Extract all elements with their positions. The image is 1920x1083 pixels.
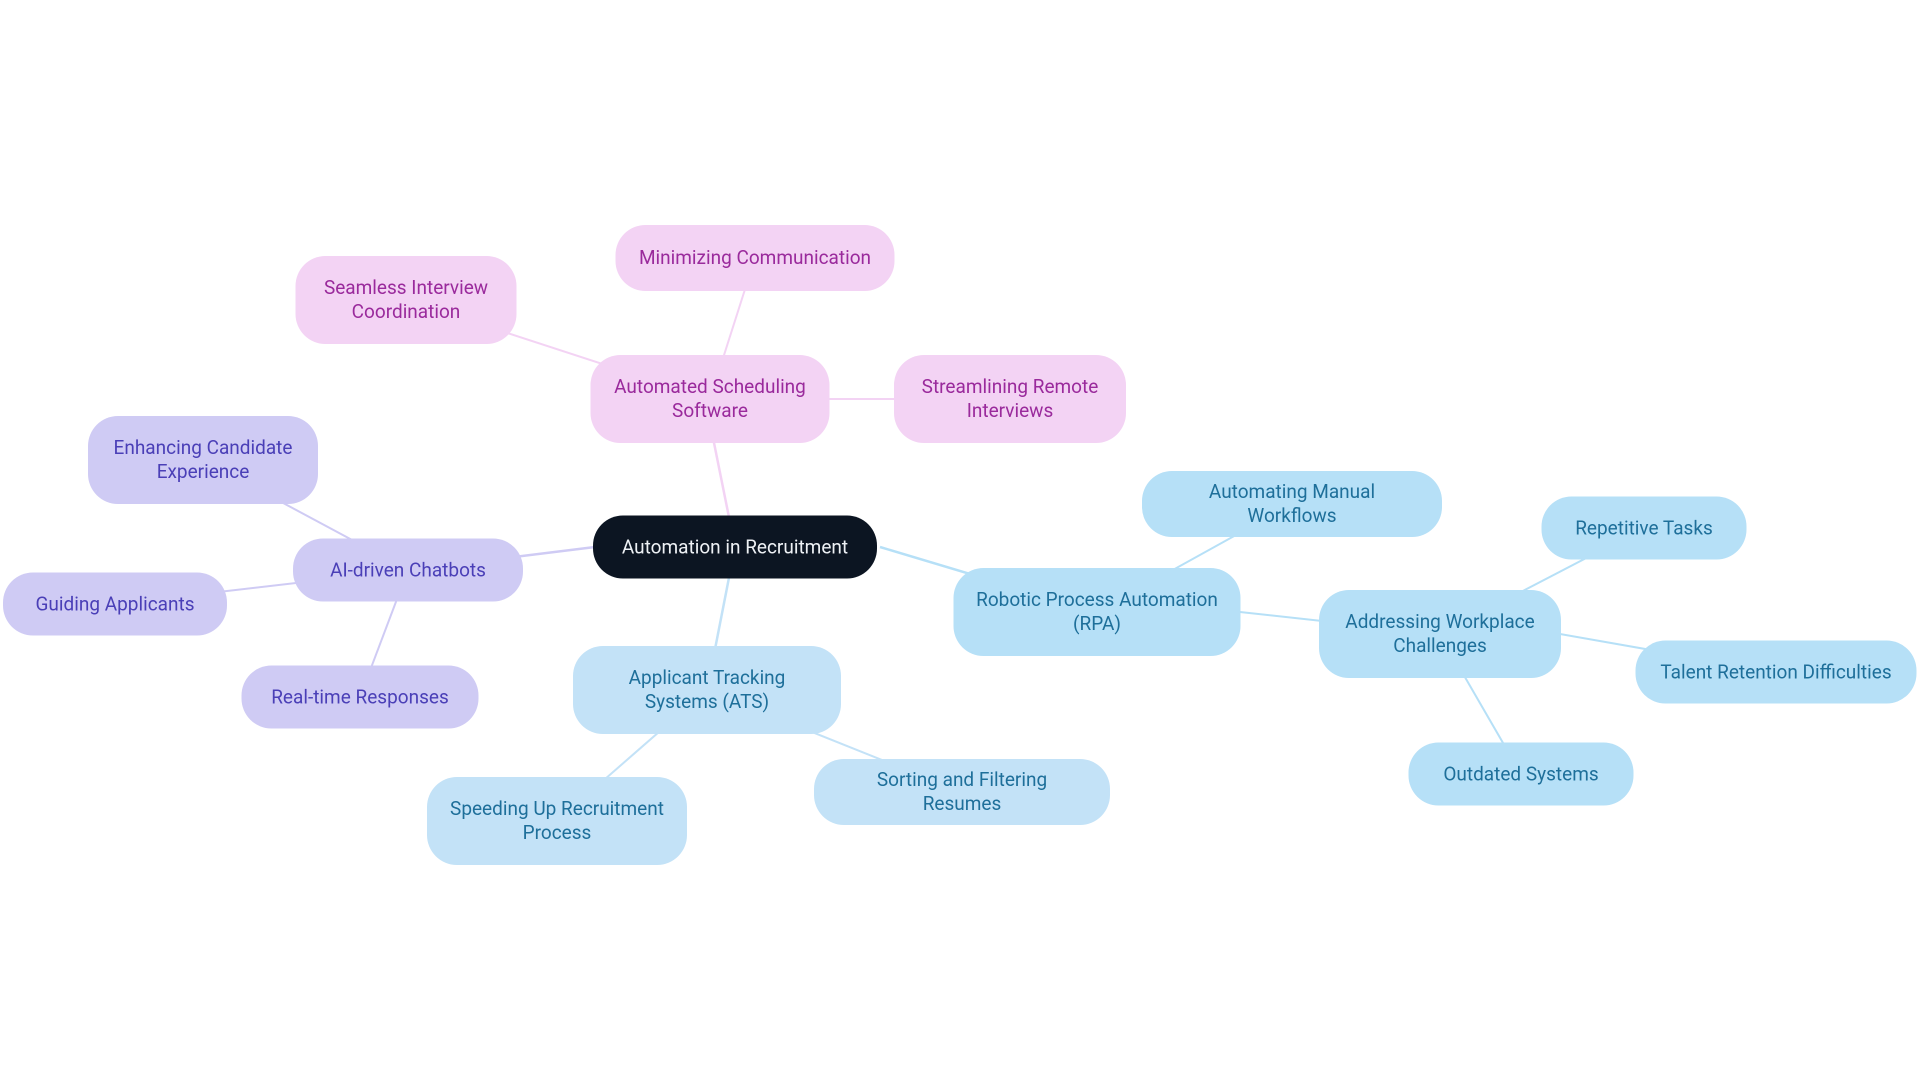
node-applicant-tracking-systems[interactable]: Applicant Tracking Systems (ATS) [573,646,841,734]
node-label: Guiding Applicants [35,592,194,616]
node-label: AI-driven Chatbots [330,558,486,582]
node-real-time-responses[interactable]: Real-time Responses [242,666,479,729]
node-label: Talent Retention Difficulties [1660,660,1891,684]
node-label: Automating Manual Workflows [1164,480,1420,528]
node-streamlining-remote-interviews[interactable]: Streamlining Remote Interviews [894,355,1126,443]
node-label: Repetitive Tasks [1575,516,1713,540]
node-ai-driven-chatbots[interactable]: AI-driven Chatbots [293,539,523,602]
node-automating-manual-workflows[interactable]: Automating Manual Workflows [1142,471,1442,537]
node-outdated-systems[interactable]: Outdated Systems [1409,743,1634,806]
node-label: Minimizing Communication [639,246,871,270]
root-node-automation-in-recruitment[interactable]: Automation in Recruitment [593,516,877,579]
node-talent-retention-difficulties[interactable]: Talent Retention Difficulties [1636,641,1917,704]
node-addressing-workplace-challenges[interactable]: Addressing Workplace Challenges [1319,590,1561,678]
node-label: Real-time Responses [271,685,449,709]
node-guiding-applicants[interactable]: Guiding Applicants [3,573,227,636]
node-label: Outdated Systems [1443,762,1598,786]
node-speeding-up-recruitment[interactable]: Speeding Up Recruitment Process [427,777,687,865]
node-robotic-process-automation[interactable]: Robotic Process Automation (RPA) [954,568,1241,656]
node-repetitive-tasks[interactable]: Repetitive Tasks [1542,497,1747,560]
node-automated-scheduling-software[interactable]: Automated Scheduling Software [591,355,830,443]
node-label: Enhancing Candidate Experience [110,436,296,484]
node-seamless-interview-coordination[interactable]: Seamless Interview Coordination [296,256,517,344]
root-label: Automation in Recruitment [622,535,848,559]
node-label: Speeding Up Recruitment Process [449,797,665,845]
node-sorting-filtering-resumes[interactable]: Sorting and Filtering Resumes [814,759,1110,825]
node-label: Robotic Process Automation (RPA) [976,588,1219,636]
node-minimizing-communication[interactable]: Minimizing Communication [616,225,895,291]
node-label: Applicant Tracking Systems (ATS) [595,666,819,714]
mindmap-canvas: Automation in Recruitment Automated Sche… [0,0,1920,1083]
node-label: Sorting and Filtering Resumes [836,768,1088,816]
node-label: Streamlining Remote Interviews [916,375,1104,423]
node-label: Automated Scheduling Software [613,375,808,423]
node-enhancing-candidate-experience[interactable]: Enhancing Candidate Experience [88,416,318,504]
node-label: Addressing Workplace Challenges [1341,610,1539,658]
node-label: Seamless Interview Coordination [318,276,495,324]
